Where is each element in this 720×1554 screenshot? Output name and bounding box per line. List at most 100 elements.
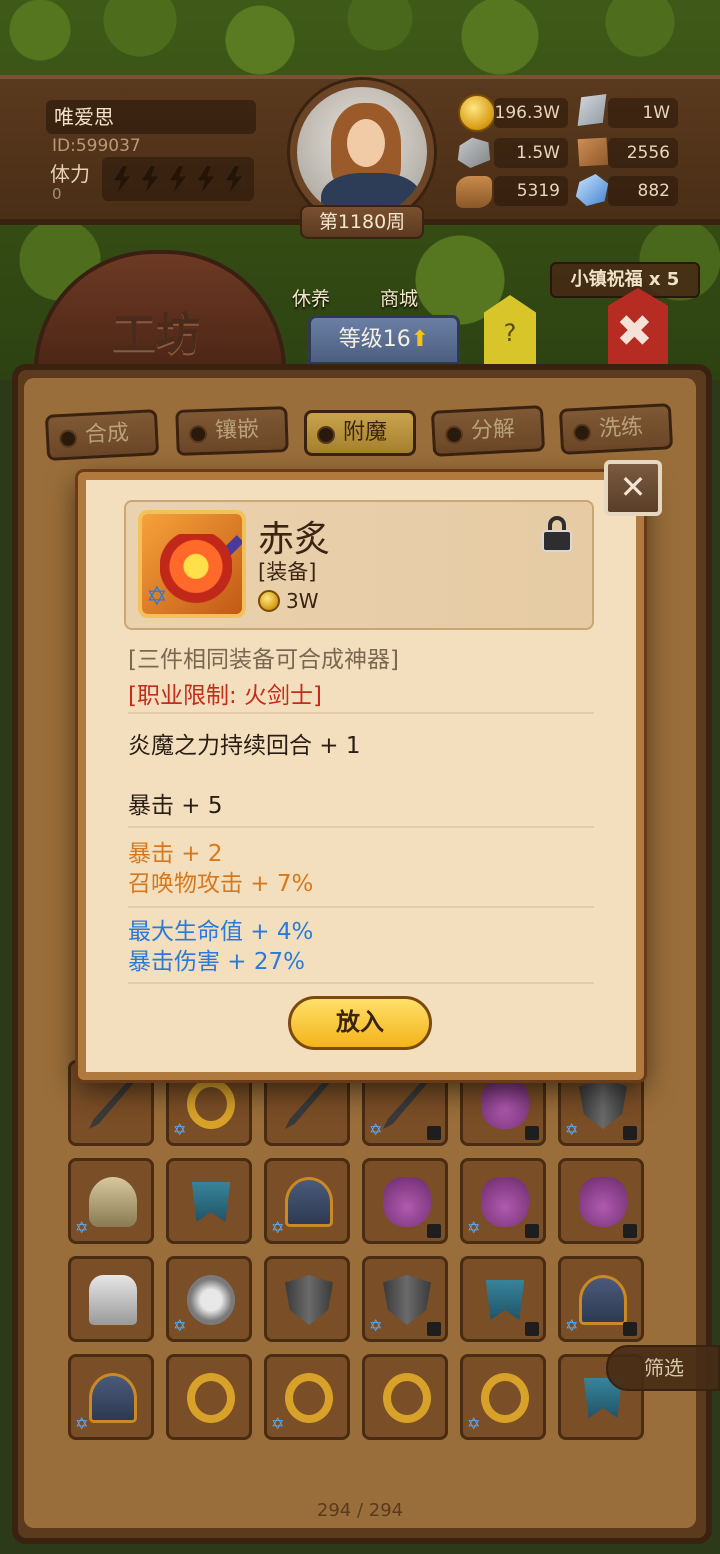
inventory-slot[interactable]: [558, 1158, 644, 1244]
inventory-slot[interactable]: ✡: [264, 1158, 350, 1244]
player-name: 唯爱思: [46, 100, 256, 134]
base-stat: 暴击 + 5: [128, 793, 223, 819]
divider: [128, 906, 594, 908]
tab-refine[interactable]: 洗练: [558, 403, 674, 455]
star-of-david-icon: ✡: [173, 1120, 187, 1139]
popup-close-button[interactable]: ✕: [604, 460, 662, 516]
star-of-david-icon: ✡: [75, 1414, 89, 1433]
star-of-david-icon: ✡: [271, 1414, 285, 1433]
ring-icon: [187, 1079, 235, 1129]
wood-amount: 5319: [494, 176, 568, 206]
item-price-value: 3W: [286, 589, 319, 613]
blade-icon: [383, 1079, 431, 1129]
inventory-grid: ✡ ✡ ✡ ✡ ✡ ✡ ✡ ✡ ✡ ✡ ✡ ✡: [68, 1060, 658, 1490]
workshop-title: 工坊: [112, 309, 200, 360]
inventory-slot[interactable]: ✡: [68, 1158, 154, 1244]
inventory-slot[interactable]: ✡: [362, 1256, 448, 1342]
shield-icon: [285, 1275, 333, 1325]
tab-decompose[interactable]: 分解: [430, 405, 546, 457]
amulet-icon: [187, 1275, 235, 1325]
workshop-level[interactable]: 等级16⬆: [308, 315, 460, 365]
bag-icon: [481, 1079, 529, 1129]
rest-button[interactable]: 休养: [292, 284, 330, 311]
helm-icon: [579, 1275, 627, 1325]
stamina-value: 0: [52, 185, 62, 203]
base-stat: 炎魔之力持续回合 + 1: [128, 733, 361, 759]
helm-icon: [89, 1373, 137, 1423]
unlock-icon[interactable]: [542, 516, 572, 552]
item-name: 赤炙: [258, 519, 331, 560]
ring-icon: [187, 1373, 235, 1423]
bag-icon: [579, 1177, 627, 1227]
orange-stat: 暴击 + 2: [128, 841, 223, 867]
divider: [128, 982, 594, 984]
star-of-david-icon: ✡: [173, 1316, 187, 1335]
helm-icon: [285, 1177, 333, 1227]
wood-log-icon: [456, 176, 492, 208]
energy-bolt-icon: [170, 166, 186, 192]
tab-synthesis[interactable]: 合成: [44, 409, 160, 461]
inventory-slot[interactable]: ✡: [460, 1158, 546, 1244]
lock-icon: [427, 1322, 441, 1336]
energy-bolt-icon: [142, 166, 158, 192]
energy-bolt-icon: [198, 166, 214, 192]
inventory-slot[interactable]: [166, 1158, 252, 1244]
tab-inlay[interactable]: 镶嵌: [175, 406, 289, 456]
ring-icon: [383, 1373, 431, 1423]
stamina-label: 体力: [50, 162, 90, 186]
inventory-slot[interactable]: [362, 1354, 448, 1440]
item-price: 3W: [258, 588, 319, 614]
star-of-david-icon: ✡: [146, 582, 168, 612]
inventory-slot[interactable]: ✡: [460, 1354, 546, 1440]
bag-icon: [481, 1177, 529, 1227]
gold-amount: 196.3W: [494, 98, 568, 128]
item-note: [三件相同装备可合成神器]: [128, 647, 399, 673]
star-of-david-icon: ✡: [75, 1218, 89, 1237]
blue-stat: 暴击伤害 + 27%: [128, 949, 306, 975]
lock-icon: [525, 1224, 539, 1238]
tab-enchant[interactable]: 附魔: [304, 410, 416, 456]
inventory-slot[interactable]: [460, 1256, 546, 1342]
lock-icon: [623, 1224, 637, 1238]
inventory-slot[interactable]: [68, 1256, 154, 1342]
shop-button[interactable]: 商城: [380, 284, 418, 311]
inventory-slot[interactable]: ✡: [68, 1354, 154, 1440]
stamina-bar[interactable]: [102, 157, 254, 201]
inventory-slot[interactable]: ✡: [264, 1354, 350, 1440]
week-counter: 第1180周: [300, 205, 424, 239]
lock-icon: [525, 1126, 539, 1140]
level-label: 等级16: [338, 327, 411, 352]
filter-button[interactable]: 筛选: [606, 1345, 720, 1391]
star-of-david-icon: ✡: [467, 1414, 481, 1433]
town-blessing-badge[interactable]: 小镇祝福 x 5: [550, 262, 700, 298]
lock-icon: [525, 1322, 539, 1336]
leather-icon: [577, 137, 609, 167]
gold-coin-icon: [258, 590, 280, 612]
divider: [128, 826, 594, 828]
energy-bolt-icon: [114, 166, 130, 192]
lock-icon: [427, 1224, 441, 1238]
mask-icon: [191, 1182, 231, 1222]
star-of-david-icon: ✡: [369, 1316, 383, 1335]
player-id: ID:599037: [52, 136, 141, 156]
shield-icon: [383, 1275, 431, 1325]
hood-icon: [89, 1177, 137, 1227]
player-avatar[interactable]: [290, 80, 434, 224]
star-of-david-icon: ✡: [467, 1218, 481, 1237]
ring-icon: [285, 1373, 333, 1423]
lock-icon: [623, 1126, 637, 1140]
inventory-slot[interactable]: [166, 1354, 252, 1440]
inventory-slot[interactable]: ✡: [166, 1256, 252, 1342]
inventory-slot[interactable]: [362, 1158, 448, 1244]
inventory-slot[interactable]: ✡: [558, 1256, 644, 1342]
energy-bolt-icon: [226, 166, 242, 192]
workshop-tabs: 合成 镶嵌 附魔 分解 洗练: [44, 400, 676, 470]
crystal-amount: 882: [608, 176, 678, 206]
put-in-button[interactable]: 放入: [288, 996, 432, 1050]
divider: [128, 712, 594, 714]
iron-amount: 1W: [608, 98, 678, 128]
inventory-slot[interactable]: [264, 1256, 350, 1342]
ring-icon: [481, 1373, 529, 1423]
leather-amount: 2556: [608, 138, 678, 168]
class-restriction: [职业限制: 火剑士]: [128, 683, 323, 709]
